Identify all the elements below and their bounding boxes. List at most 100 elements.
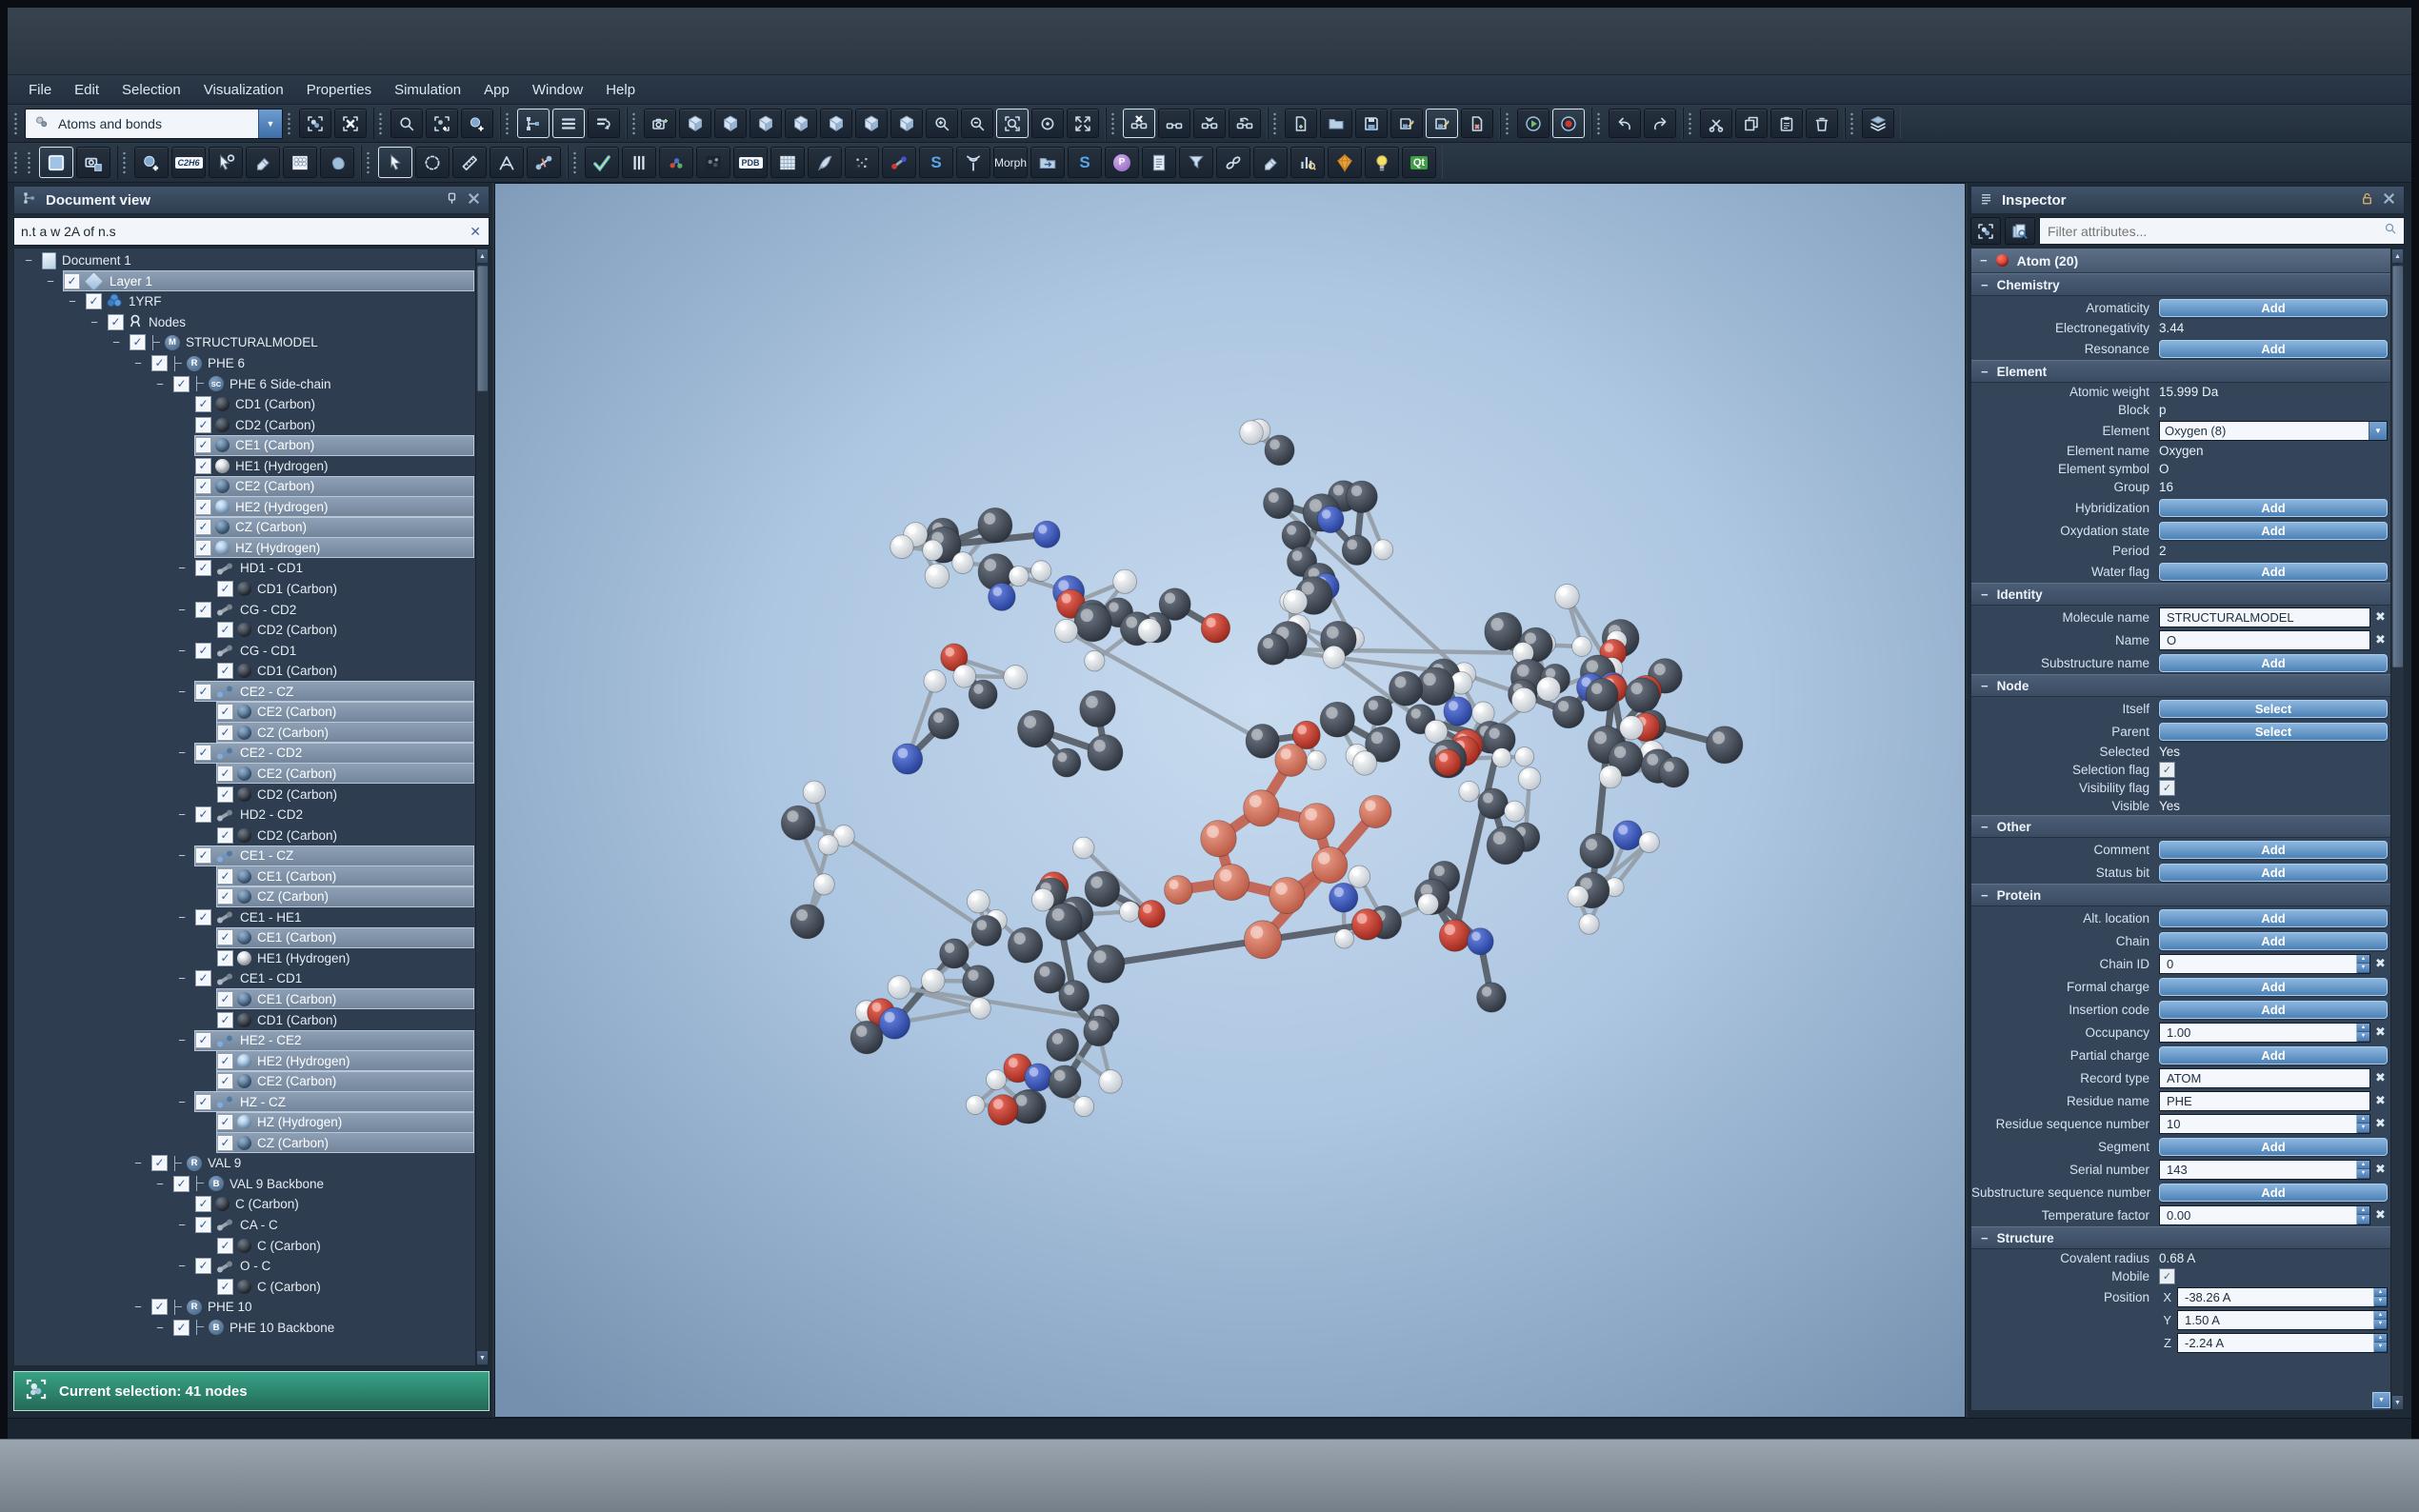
visibility-checkbox[interactable]: ✓ xyxy=(195,684,211,700)
tree-item-he2-hydrogen[interactable]: ✓HE2 (Hydrogen) xyxy=(14,1050,474,1071)
spin-up-icon[interactable]: ▲ xyxy=(2357,955,2369,965)
view-cube-7[interactable] xyxy=(890,109,923,138)
tree-item-he2-ce2[interactable]: −✓HE2 - CE2 xyxy=(14,1030,474,1051)
spin-down-icon[interactable]: ▼ xyxy=(2357,964,2369,973)
camera-save-button[interactable] xyxy=(76,147,110,178)
visibility-checkbox[interactable]: ✓ xyxy=(217,1073,233,1089)
spin-down-icon[interactable]: ▼ xyxy=(2357,1032,2369,1042)
tree-item-ce1-carbon[interactable]: ✓CE1 (Carbon) xyxy=(14,435,474,456)
menu-visualization[interactable]: Visualization xyxy=(192,79,295,101)
tree-item-ce1-carbon[interactable]: ✓CE1 (Carbon) xyxy=(14,927,474,948)
spin-up-icon[interactable]: ▲ xyxy=(2374,1334,2387,1343)
visibility-checkbox[interactable]: ✓ xyxy=(195,1094,211,1110)
toolbar-drag-handle[interactable] xyxy=(1110,111,1115,136)
view-cube-3[interactable] xyxy=(750,109,782,138)
menu-edit[interactable]: Edit xyxy=(63,79,110,101)
visibility-checkbox[interactable]: ✓ xyxy=(108,314,124,330)
toolbar-drag-handle[interactable] xyxy=(631,111,636,136)
visibility-checkbox[interactable]: ✓ xyxy=(195,1196,211,1212)
view-cube-1[interactable] xyxy=(679,109,711,138)
zoom-in-button[interactable] xyxy=(926,109,958,138)
tree-item-ce2-carbon[interactable]: ✓CE2 (Carbon) xyxy=(14,1071,474,1092)
visibility-checkbox[interactable]: ✓ xyxy=(151,355,168,371)
tree-item-val-9[interactable]: −✓RVAL 9 xyxy=(14,1153,474,1174)
collapse-icon[interactable]: − xyxy=(173,1033,190,1047)
tree-view-button[interactable] xyxy=(517,109,550,138)
tree-item-layer-1[interactable]: −✓Layer 1 xyxy=(14,271,474,292)
visibility-checkbox[interactable]: ✓ xyxy=(195,478,211,494)
cut-button[interactable] xyxy=(1700,109,1732,138)
toolbar-drag-handle[interactable] xyxy=(1505,111,1509,136)
visibility-checkbox[interactable]: ✓ xyxy=(195,1217,211,1233)
lock-icon[interactable] xyxy=(2360,191,2374,209)
attribute-checkbox[interactable]: ✓ xyxy=(2159,1268,2175,1284)
visibility-checkbox[interactable]: ✓ xyxy=(195,745,211,761)
save-button[interactable] xyxy=(1355,109,1388,138)
visibility-checkbox[interactable]: ✓ xyxy=(217,888,233,905)
viewport-single-button[interactable] xyxy=(1123,109,1155,138)
visibility-checkbox[interactable]: ✓ xyxy=(217,1012,233,1028)
filter-funnel-button[interactable] xyxy=(1179,147,1213,178)
tree-item-ce2-carbon[interactable]: ✓CE2 (Carbon) xyxy=(14,476,474,497)
visibility-checkbox[interactable]: ✓ xyxy=(195,417,211,433)
lattice-button[interactable] xyxy=(283,147,317,178)
toolbar-drag-handle[interactable] xyxy=(13,150,18,175)
collapse-icon[interactable]: − xyxy=(173,746,190,760)
inspect-documents-button[interactable] xyxy=(2005,217,2035,245)
visibility-checkbox[interactable]: ✓ xyxy=(195,458,211,474)
tree-item-1yrf[interactable]: −✓1YRF xyxy=(14,291,474,312)
circle-select-button[interactable] xyxy=(415,147,450,178)
collapse-icon[interactable]: − xyxy=(130,356,147,370)
spin-up-icon[interactable]: ▲ xyxy=(2357,1024,2369,1033)
chevron-down-icon[interactable]: ▼ xyxy=(2369,422,2387,440)
spin-down-icon[interactable]: ▼ xyxy=(2357,1169,2369,1179)
inspector-scrollbar[interactable]: ▲ ▼ xyxy=(2390,249,2404,1410)
toolbar-drag-handle[interactable] xyxy=(27,150,31,175)
tree-item-cd1-carbon[interactable]: ✓CD1 (Carbon) xyxy=(14,1009,474,1030)
tree-item-hz-hydrogen[interactable]: ✓HZ (Hydrogen) xyxy=(14,1112,474,1133)
menu-help[interactable]: Help xyxy=(594,79,647,101)
tree-item-he1-hydrogen[interactable]: ✓HE1 (Hydrogen) xyxy=(14,948,474,969)
tree-item-val-9-backbone[interactable]: −✓BVAL 9 Backbone xyxy=(14,1174,474,1195)
edit-tool-button[interactable] xyxy=(209,147,243,178)
close-document-button[interactable] xyxy=(1461,109,1493,138)
tree-item-he1-hydrogen[interactable]: ✓HE1 (Hydrogen) xyxy=(14,455,474,476)
collapse-icon[interactable]: − xyxy=(20,253,37,268)
paste-button[interactable] xyxy=(1770,109,1803,138)
tree-item-cg-cd1[interactable]: −✓CG - CD1 xyxy=(14,640,474,661)
close-icon[interactable] xyxy=(467,191,481,209)
tree-item-ce2-carbon[interactable]: ✓CE2 (Carbon) xyxy=(14,702,474,723)
tree-item-phe-6-side-chain[interactable]: −✓SCPHE 6 Side-chain xyxy=(14,373,474,394)
zoom-out-button[interactable] xyxy=(961,109,993,138)
selection-rect-button[interactable] xyxy=(39,147,73,178)
visibility-checkbox[interactable]: ✓ xyxy=(195,519,211,535)
density-button[interactable] xyxy=(845,147,879,178)
toolbar-drag-handle[interactable] xyxy=(1688,111,1692,136)
toolbar-drag-handle[interactable] xyxy=(122,150,127,175)
menu-properties[interactable]: Properties xyxy=(295,79,383,101)
visibility-checkbox[interactable]: ✓ xyxy=(217,1114,233,1130)
toolbar-drag-handle[interactable] xyxy=(1272,111,1277,136)
balls-style-button[interactable] xyxy=(659,147,693,178)
tree-item-ce2-cz[interactable]: −✓CE2 - CZ xyxy=(14,681,474,702)
new-document-button[interactable] xyxy=(1285,109,1317,138)
menu-simulation[interactable]: Simulation xyxy=(383,79,472,101)
sticks-style-button[interactable] xyxy=(696,147,730,178)
visibility-checkbox[interactable]: ✓ xyxy=(195,602,211,618)
tree-scrollbar[interactable]: ▲ ▼ xyxy=(475,249,489,1365)
spin-down-icon[interactable]: ▼ xyxy=(2374,1343,2387,1352)
tree-item-o-c[interactable]: −✓O - C xyxy=(14,1256,474,1277)
tree-item-ca-c[interactable]: −✓CA - C xyxy=(14,1215,474,1236)
visibility-checkbox[interactable]: ✓ xyxy=(130,334,146,350)
grow-selection-button[interactable] xyxy=(461,109,493,138)
camera-add-button[interactable] xyxy=(644,109,676,138)
visibility-checkbox[interactable]: ✓ xyxy=(86,293,102,309)
blob-tool-button[interactable] xyxy=(320,147,354,178)
measure-button[interactable] xyxy=(452,147,487,178)
viewport-signal-button[interactable] xyxy=(1193,109,1226,138)
tree-item-ce1-carbon[interactable]: ✓CE1 (Carbon) xyxy=(14,865,474,886)
collapse-icon[interactable]: − xyxy=(1981,1232,1989,1244)
spin-input[interactable] xyxy=(2165,1162,2356,1178)
gem-button[interactable] xyxy=(1328,147,1362,178)
clear-attribute-icon[interactable]: ✖ xyxy=(2373,632,2388,647)
